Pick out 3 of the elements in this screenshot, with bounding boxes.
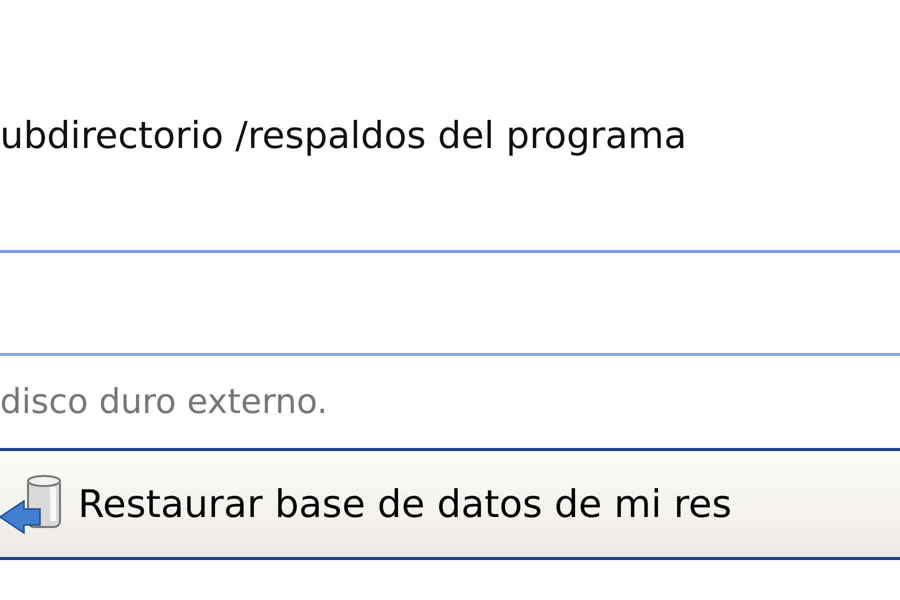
note-text: disco duro externo. [0,382,328,422]
instruction-text: ubdirectorio /respaldos del programa [0,114,687,158]
restore-button[interactable]: Restaurar base de datos de mi res [0,451,900,557]
